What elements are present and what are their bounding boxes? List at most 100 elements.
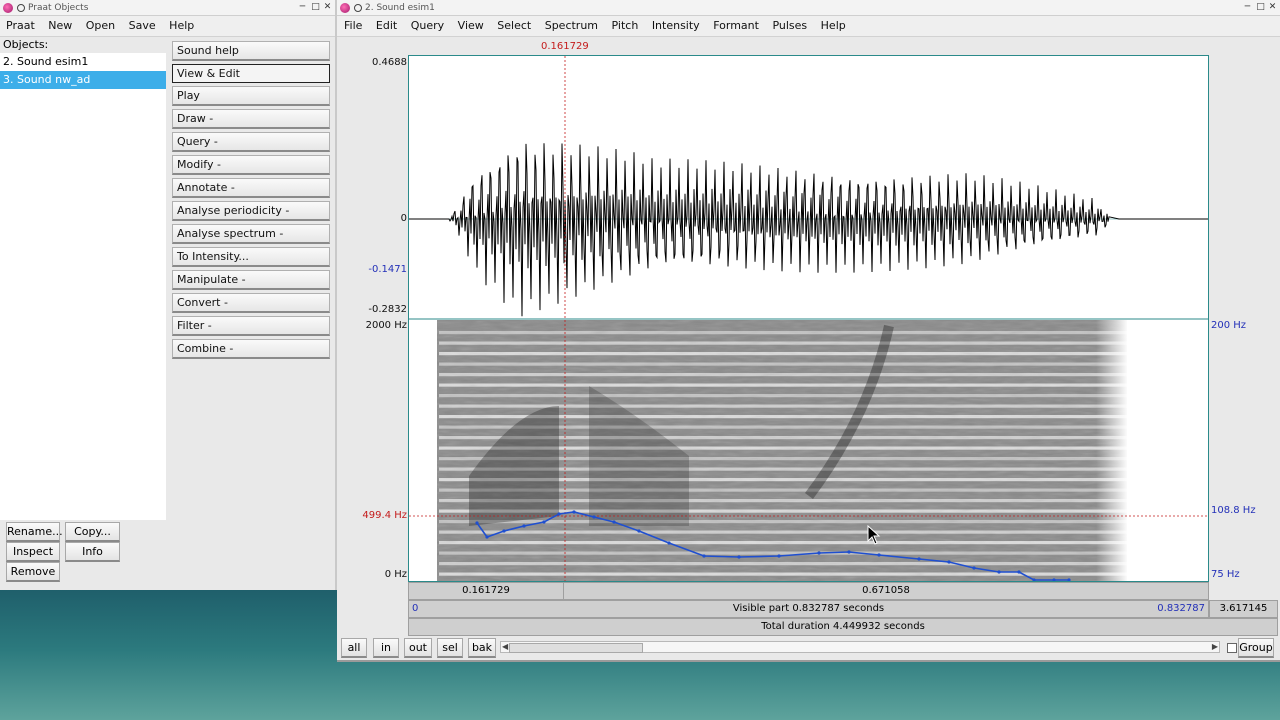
copy-button[interactable]: Copy... — [65, 522, 120, 542]
menu-spectrum[interactable]: Spectrum — [540, 16, 603, 36]
to-intensity-button[interactable]: To Intensity... — [172, 247, 330, 267]
convert-menu-button[interactable]: Convert - — [172, 293, 330, 313]
pitch-point — [997, 570, 1001, 574]
menu-praat[interactable]: Praat — [1, 16, 40, 36]
filter-menu-button[interactable]: Filter - — [172, 316, 330, 336]
pitch-point — [572, 510, 576, 514]
zoom-back-button[interactable]: bak — [468, 638, 496, 658]
menu-pulses[interactable]: Pulses — [767, 16, 812, 36]
objects-list[interactable]: 2. Sound esim1 3. Sound nw_ad — [0, 53, 166, 520]
query-menu-button[interactable]: Query - — [172, 132, 330, 152]
analyse-periodicity-button[interactable]: Analyse periodicity - — [172, 201, 330, 221]
manipulate-menu-button[interactable]: Manipulate - — [172, 270, 330, 290]
objects-titlebar: Praat Objects ─ □ ✕ — [0, 0, 335, 16]
menu-query[interactable]: Query — [406, 16, 449, 36]
menu-intensity[interactable]: Intensity — [647, 16, 705, 36]
pitch-point — [475, 521, 479, 525]
pitch-point — [485, 535, 489, 539]
pitch-point — [847, 550, 851, 554]
waveform-cursor-value-label: -0.1471 — [368, 264, 407, 275]
scrollbar-thumb[interactable] — [509, 643, 643, 653]
signal-display[interactable] — [408, 55, 1209, 582]
group-checkbox[interactable] — [1227, 643, 1237, 653]
menu-edit[interactable]: Edit — [371, 16, 402, 36]
combine-menu-button[interactable]: Combine - — [172, 339, 330, 359]
after-window-bar[interactable]: 3.617145 — [1209, 600, 1278, 618]
cursor-time-label: 0.161729 — [541, 41, 589, 52]
objects-label: Objects: — [3, 38, 49, 51]
menu-save[interactable]: Save — [124, 16, 161, 36]
modify-menu-button[interactable]: Modify - — [172, 155, 330, 175]
menu-help[interactable]: Help — [164, 16, 199, 36]
menu-help[interactable]: Help — [816, 16, 851, 36]
list-item-selected[interactable]: 3. Sound nw_ad — [0, 71, 166, 89]
menu-formant[interactable]: Formant — [708, 16, 764, 36]
close-icon[interactable]: ✕ — [323, 3, 332, 12]
zoom-selection-button[interactable]: sel — [437, 638, 463, 658]
remove-button[interactable]: Remove — [6, 562, 60, 582]
minimize-icon[interactable]: ─ — [1243, 3, 1252, 12]
dynamic-menu: Sound help View & Edit Play Draw - Query… — [172, 41, 330, 362]
pitch-point — [522, 524, 526, 528]
spectrogram-cursor-freq-label: 499.4 Hz — [362, 510, 407, 521]
menu-file[interactable]: File — [339, 16, 367, 36]
time-segment-left[interactable]: 0.161729 — [408, 582, 564, 600]
zoom-out-button[interactable]: out — [404, 638, 432, 658]
scroll-left-icon[interactable]: ◀ — [502, 642, 508, 652]
view-edit-button[interactable]: View & Edit — [172, 64, 330, 83]
spectrogram-top-label: 2000 Hz — [365, 320, 407, 331]
pitch-point — [667, 541, 671, 545]
pitch-point — [702, 554, 706, 558]
signal-svg — [409, 56, 1208, 581]
sound-help-button[interactable]: Sound help — [172, 41, 330, 61]
pitch-point — [542, 520, 546, 524]
scroll-right-icon[interactable]: ▶ — [1212, 642, 1218, 652]
draw-menu-button[interactable]: Draw - — [172, 109, 330, 129]
pin-icon[interactable] — [17, 4, 25, 12]
pin-icon[interactable] — [354, 4, 362, 12]
rename-button[interactable]: Rename... — [6, 522, 63, 542]
annotate-menu-button[interactable]: Annotate - — [172, 178, 330, 198]
visible-end-label: 0.832787 — [1157, 603, 1205, 614]
menu-open[interactable]: Open — [81, 16, 120, 36]
view-all-button[interactable]: all — [341, 638, 367, 658]
waveform-min-label: -0.2832 — [368, 304, 407, 315]
menu-select[interactable]: Select — [492, 16, 536, 36]
visible-part-bar[interactable]: 0 Visible part 0.832787 seconds 0.832787 — [408, 600, 1209, 618]
pitch-point — [817, 551, 821, 555]
pitch-top-label: 200 Hz — [1211, 320, 1247, 331]
waveform-max-label: 0.4688 — [372, 57, 407, 68]
pitch-point — [947, 560, 951, 564]
objects-menubar: Praat New Open Save Help — [0, 16, 335, 37]
praat-logo-icon — [3, 3, 13, 13]
praat-objects-window: Praat Objects ─ □ ✕ Praat New Open Save … — [0, 0, 337, 590]
close-icon[interactable]: ✕ — [1268, 3, 1277, 12]
info-button[interactable]: Info — [65, 542, 120, 562]
window-title: 2. Sound esim1 — [365, 3, 435, 13]
editor-titlebar: 2. Sound esim1 ─ □ ✕ — [337, 0, 1280, 16]
menu-view[interactable]: View — [453, 16, 489, 36]
play-button[interactable]: Play — [172, 86, 330, 106]
maximize-icon[interactable]: □ — [311, 3, 320, 12]
analyse-spectrum-button[interactable]: Analyse spectrum - — [172, 224, 330, 244]
menu-new[interactable]: New — [43, 16, 77, 36]
inspect-button[interactable]: Inspect — [6, 542, 60, 562]
pitch-point — [877, 553, 881, 557]
pitch-point — [777, 554, 781, 558]
time-scrollbar[interactable]: ◀ ▶ — [500, 641, 1220, 653]
zoom-in-button[interactable]: in — [373, 638, 399, 658]
pitch-point — [502, 529, 506, 533]
time-segment-right[interactable]: 0.671058 — [563, 582, 1209, 600]
pitch-point — [917, 557, 921, 561]
pitch-point — [737, 555, 741, 559]
maximize-icon[interactable]: □ — [1256, 3, 1265, 12]
praat-logo-icon — [340, 3, 350, 13]
pitch-point — [592, 515, 596, 519]
list-item[interactable]: 2. Sound esim1 — [0, 53, 166, 71]
total-duration-bar[interactable]: Total duration 4.449932 seconds — [408, 618, 1278, 636]
editor-menubar: File Edit Query View Select Spectrum Pit… — [337, 16, 1280, 37]
minimize-icon[interactable]: ─ — [298, 3, 307, 12]
visible-part-label: Visible part 0.832787 seconds — [732, 603, 885, 614]
group-button[interactable]: Group — [1238, 638, 1274, 658]
menu-pitch[interactable]: Pitch — [607, 16, 644, 36]
